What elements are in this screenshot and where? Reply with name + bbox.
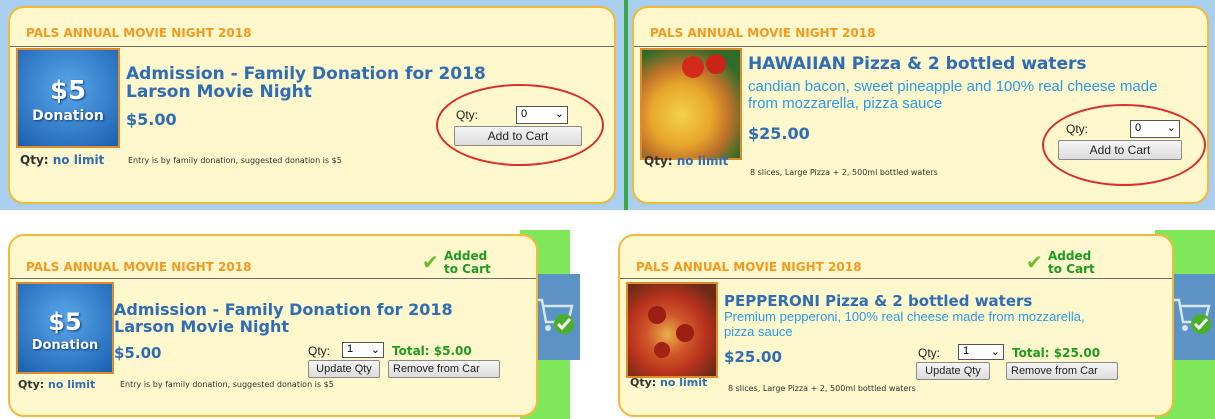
donation-thumb-amount: $5 xyxy=(48,308,82,336)
update-qty-button[interactable]: Update Qty xyxy=(916,362,990,380)
qty-limit: Qty: no limit xyxy=(18,378,96,391)
shopping-cart-icon xyxy=(1173,298,1211,334)
qty-field-label: Qty: xyxy=(918,346,941,360)
product-note: Entry is by family donation, suggested d… xyxy=(128,156,342,165)
product-description: Premium pepperoni, 100% real cheese made… xyxy=(724,309,1085,339)
qty-select[interactable]: 0 ⌄ xyxy=(1130,120,1180,138)
donation-thumbnail: $5 Donation xyxy=(16,282,114,374)
shopping-cart-icon xyxy=(536,298,574,334)
product-card-admission: PALS ANNUAL MOVIE NIGHT 2018 $5 Donation… xyxy=(8,6,616,204)
event-title: PALS ANNUAL MOVIE NIGHT 2018 xyxy=(650,26,876,40)
event-title: PALS ANNUAL MOVIE NIGHT 2018 xyxy=(26,260,252,274)
cart-item-admission: PALS ANNUAL MOVIE NIGHT 2018 ✔ Added to … xyxy=(8,234,538,417)
pepperoni-decoration xyxy=(654,342,670,358)
cart-item-pepperoni: PALS ANNUAL MOVIE NIGHT 2018 ✔ Added to … xyxy=(618,234,1174,417)
product-price: $25.00 xyxy=(748,124,810,143)
remove-from-cart-button[interactable]: Remove from Car xyxy=(388,360,500,378)
dropdown-chevron-icon: ⌄ xyxy=(554,108,564,120)
product-note: 8 slices, Large Pizza + 2, 500ml bottled… xyxy=(750,168,938,177)
checkmark-icon: ✔ xyxy=(422,250,439,274)
qty-field-label: Qty: xyxy=(456,108,479,122)
qty-field-label: Qty: xyxy=(1066,122,1089,136)
checkmark-icon: ✔ xyxy=(1026,250,1043,274)
dropdown-chevron-icon: ⌄ xyxy=(370,344,380,356)
event-title: PALS ANNUAL MOVIE NIGHT 2018 xyxy=(636,260,862,274)
donation-thumb-label: Donation xyxy=(31,338,99,353)
donation-thumb-label: Donation xyxy=(32,108,104,124)
qty-select[interactable]: 1 ⌄ xyxy=(958,344,1004,360)
donation-thumbnail: $5 Donation xyxy=(16,48,120,148)
update-qty-button[interactable]: Update Qty xyxy=(308,360,380,378)
hawaiian-pizza-thumbnail xyxy=(640,48,742,160)
qty-limit: Qty: no limit xyxy=(630,376,708,389)
product-price: $5.00 xyxy=(114,344,162,362)
pepperoni-pizza-thumbnail xyxy=(626,282,718,378)
add-to-cart-button[interactable]: Add to Cart xyxy=(1058,140,1182,160)
card-header: PALS ANNUAL MOVIE NIGHT 2018 xyxy=(634,8,1207,47)
added-to-cart-label: Added to Cart xyxy=(1048,249,1095,277)
product-price: $5.00 xyxy=(126,110,177,129)
product-price: $25.00 xyxy=(724,348,782,366)
highlight-circle xyxy=(436,84,604,166)
product-title: HAWAIIAN Pizza & 2 bottled waters xyxy=(748,54,1087,74)
card-header: PALS ANNUAL MOVIE NIGHT 2018 xyxy=(10,8,614,47)
event-title: PALS ANNUAL MOVIE NIGHT 2018 xyxy=(26,26,252,40)
product-title: Admission - Family Donation for 2018 Lar… xyxy=(114,300,453,336)
tomato-decoration xyxy=(706,54,726,74)
product-card-hawaiian: PALS ANNUAL MOVIE NIGHT 2018 HAWAIIAN Pi… xyxy=(632,6,1209,204)
qty-select[interactable]: 0 ⌄ xyxy=(516,106,568,124)
dropdown-chevron-icon: ⌄ xyxy=(1166,122,1176,134)
added-to-cart-label: Added to Cart xyxy=(444,249,491,277)
qty-limit: Qty: no limit xyxy=(20,153,105,167)
add-to-cart-button[interactable]: Add to Cart xyxy=(454,126,582,146)
qty-select[interactable]: 1 ⌄ xyxy=(342,342,384,358)
product-note: 8 slices, Large Pizza + 2, 500ml bottled… xyxy=(728,384,916,393)
product-title: PEPPERONI Pizza & 2 bottled waters xyxy=(724,292,1033,310)
pepperoni-decoration xyxy=(676,324,694,342)
line-total: Total: $5.00 xyxy=(392,344,472,358)
product-note: Entry is by family donation, suggested d… xyxy=(120,380,334,389)
tomato-decoration xyxy=(682,56,704,78)
qty-field-label: Qty: xyxy=(308,344,331,358)
donation-thumb-amount: $5 xyxy=(49,76,87,106)
pepperoni-decoration xyxy=(648,306,666,324)
line-total: Total: $25.00 xyxy=(1012,346,1101,360)
dropdown-chevron-icon: ⌄ xyxy=(990,346,1000,358)
qty-limit: Qty: no limit xyxy=(644,154,729,168)
remove-from-cart-button[interactable]: Remove from Car xyxy=(1006,362,1118,380)
